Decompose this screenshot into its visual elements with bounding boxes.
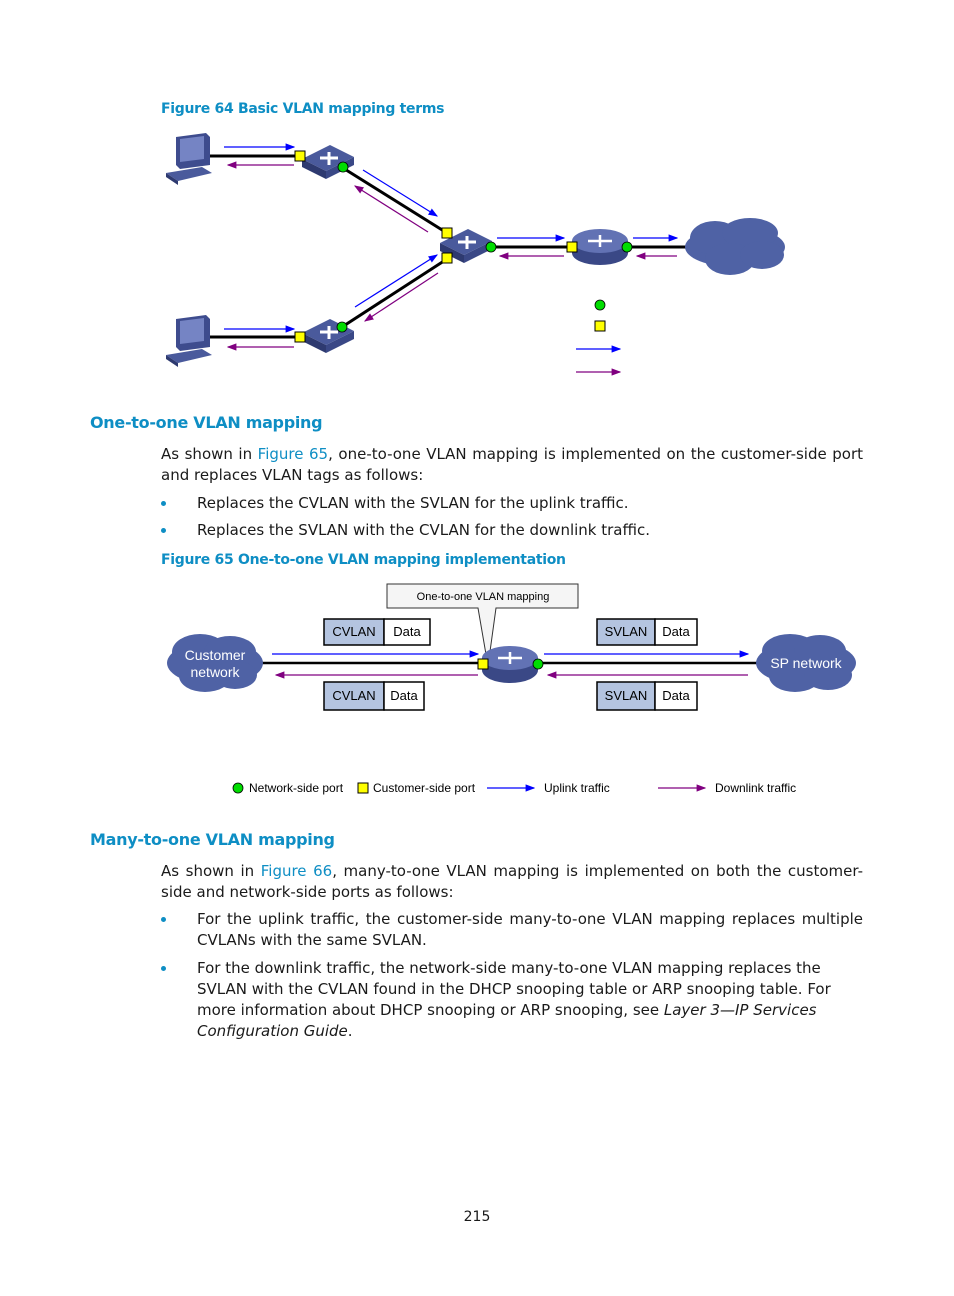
many-to-one-intro: As shown in Figure 66, many-to-one VLAN … <box>161 861 863 903</box>
one-to-one-intro: As shown in Figure 65, one-to-one VLAN m… <box>161 444 863 486</box>
legend-network-port-icon <box>232 782 244 794</box>
network-side-port <box>337 161 349 173</box>
uplink-arrow <box>362 169 439 217</box>
section-title-one-to-one: One-to-one VLAN mapping <box>90 413 323 432</box>
link-switch2-agg <box>341 257 448 329</box>
pc-icon <box>166 315 212 367</box>
customer-side-port <box>477 658 489 670</box>
bullet-text-tail: . <box>347 1022 353 1040</box>
cloud-label: Customer <box>185 647 246 663</box>
frame-cvlan-downlink: CVLAN Data <box>323 681 425 711</box>
frame-svlan-downlink: SVLAN Data <box>596 681 698 711</box>
bullet-text: Replaces the SVLAN with the CVLAN for th… <box>197 521 651 539</box>
bullet-item: For the uplink traffic, the customer-sid… <box>161 909 863 953</box>
bullet-item: For the downlink traffic, the network-si… <box>161 958 863 1040</box>
downlink-arrow <box>353 185 429 233</box>
legend-uplink-label: Uplink traffic <box>544 781 610 795</box>
vlan-tag-label: CVLAN <box>332 624 375 639</box>
vlan-tag-label: CVLAN <box>332 688 375 703</box>
legend-network-port-icon <box>594 299 606 311</box>
bullet-item: Replaces the SVLAN with the CVLAN for th… <box>161 520 863 542</box>
cloud-label: network <box>190 664 240 680</box>
legend-customer-port-label: Customer-side port <box>373 781 476 795</box>
bullet-icon <box>161 528 166 533</box>
customer-side-port <box>566 241 578 253</box>
legend-network-port-label: Network-side port <box>249 781 344 795</box>
bullet-text: For the downlink traffic, the network-si… <box>197 958 863 1042</box>
data-label: Data <box>390 688 418 703</box>
cloud-label: SP network <box>770 655 842 671</box>
sp-network-cloud: SP network <box>756 634 856 692</box>
figure-65-link[interactable]: Figure 65 <box>258 445 328 463</box>
data-label: Data <box>662 624 690 639</box>
customer-side-port <box>294 150 306 162</box>
legend-downlink-label: Downlink traffic <box>715 781 796 795</box>
legend-customer-port-icon <box>594 320 606 332</box>
vlan-tag-label: SVLAN <box>605 624 648 639</box>
bullet-icon <box>161 917 166 922</box>
router-icon <box>572 229 628 265</box>
data-label: Data <box>662 688 690 703</box>
intro-text: As shown in <box>161 862 261 880</box>
figure-65-caption: Figure 65 One-to-one VLAN mapping implem… <box>161 552 566 568</box>
customer-side-port <box>441 252 453 264</box>
legend-customer-port-icon <box>357 782 369 794</box>
customer-side-port <box>441 227 453 239</box>
customer-side-port <box>294 331 306 343</box>
network-side-port <box>485 241 497 253</box>
link-switch1-agg <box>342 166 448 235</box>
page-number: 215 <box>463 1209 491 1225</box>
data-label: Data <box>393 624 421 639</box>
router-icon <box>482 646 538 683</box>
section-title-many-to-one: Many-to-one VLAN mapping <box>90 830 335 849</box>
network-side-port <box>336 321 348 333</box>
figure-65-legend: Network-side port Customer-side port Upl… <box>232 781 796 795</box>
bullet-icon <box>161 966 166 971</box>
callout-text: One-to-one VLAN mapping <box>417 591 550 603</box>
bullet-text: Replaces the CVLAN with the SVLAN for th… <box>197 494 629 512</box>
bullet-icon <box>161 501 166 506</box>
downlink-arrow <box>363 272 439 322</box>
network-side-port <box>621 241 633 253</box>
customer-network-cloud: Customer network <box>167 634 263 692</box>
bullet-text: For the uplink traffic, the customer-sid… <box>197 910 863 949</box>
figure-64-caption: Figure 64 Basic VLAN mapping terms <box>161 101 445 117</box>
figure-65-diagram: One-to-one VLAN mapping Customer network… <box>167 583 856 795</box>
access-switch-icon <box>302 145 354 179</box>
bullet-item: Replaces the CVLAN with the SVLAN for th… <box>161 493 863 515</box>
pc-icon <box>166 133 212 185</box>
vlan-tag-label: SVLAN <box>605 688 648 703</box>
frame-cvlan-uplink: CVLAN Data <box>323 618 431 646</box>
figure-66-link[interactable]: Figure 66 <box>261 862 332 880</box>
network-side-port <box>532 658 544 670</box>
figure-64-diagram <box>166 133 785 376</box>
frame-svlan-uplink: SVLAN Data <box>596 618 698 646</box>
intro-text: As shown in <box>161 445 258 463</box>
uplink-arrow <box>354 254 439 308</box>
cloud-icon <box>685 218 785 275</box>
